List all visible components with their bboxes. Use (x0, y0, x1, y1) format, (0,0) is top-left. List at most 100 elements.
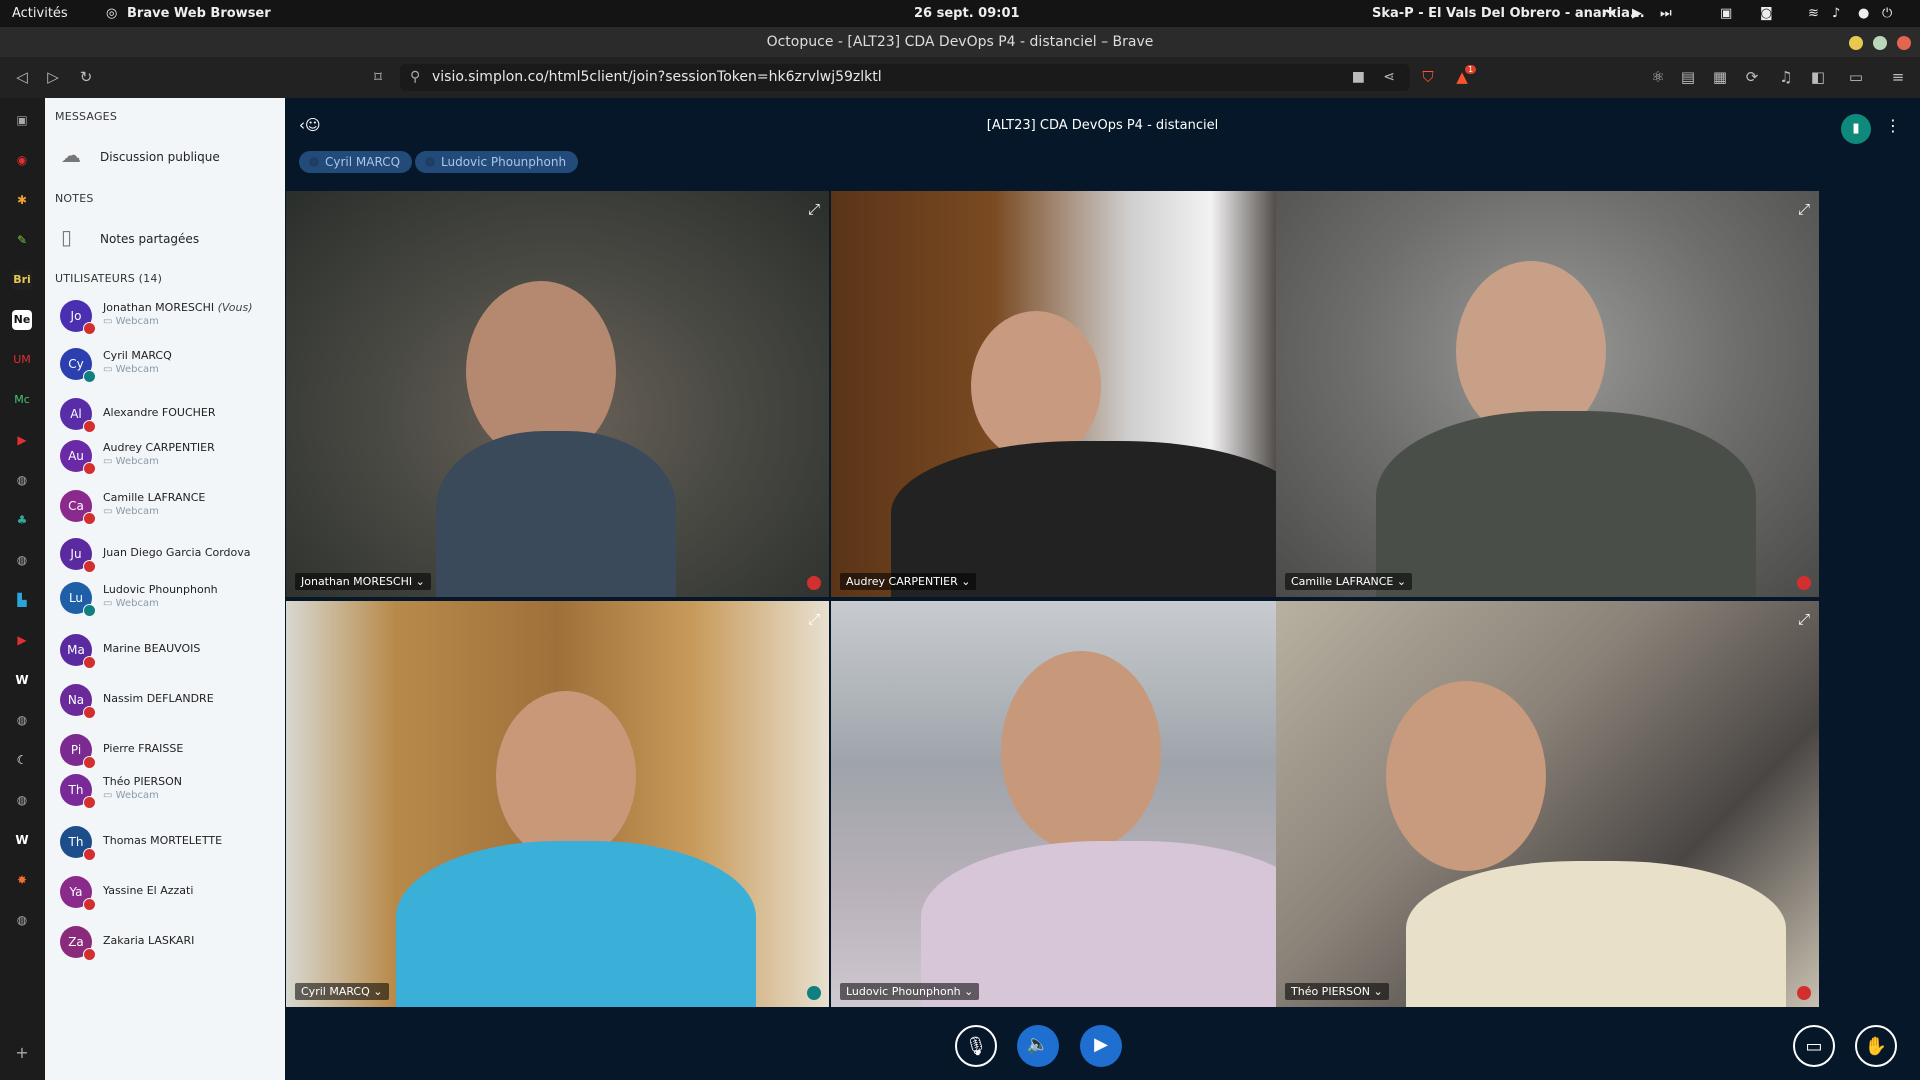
participant-name-label[interactable]: Jonathan MORESCHI ⌄ (295, 573, 431, 590)
media-icon[interactable]: ♫ (1776, 68, 1796, 86)
globe-icon[interactable]: ◍ (12, 550, 32, 570)
video-tile[interactable]: ⤢ Cyril MARCQ ⌄ (286, 601, 829, 1007)
wikipedia-icon[interactable]: W (12, 670, 32, 690)
fullscreen-icon[interactable]: ⤢ (1798, 610, 1810, 628)
fullscreen-icon[interactable]: ⤢ (808, 200, 820, 218)
previous-track-icon[interactable]: ⏮ (1604, 6, 1616, 21)
user-list-item[interactable]: Al Alexandre FOUCHER (45, 392, 285, 438)
wikipedia-icon[interactable]: W (12, 830, 32, 850)
webcam-button[interactable]: ▶ (1080, 1025, 1122, 1067)
user-list-item[interactable]: Ya Yassine El Azzati (45, 870, 285, 916)
extension-icon[interactable]: ▤ (1678, 68, 1698, 86)
leaf-icon[interactable]: ♣ (12, 510, 32, 530)
reload-icon[interactable]: ↻ (76, 68, 96, 86)
add-icon[interactable]: + (12, 1043, 32, 1063)
participant-name-label[interactable]: Camille LAFRANCE ⌄ (1285, 573, 1413, 590)
muted-mic-icon (807, 576, 821, 590)
shared-notes-link[interactable]: Notes partagées (100, 232, 199, 246)
participant-name-label[interactable]: Cyril MARCQ ⌄ (295, 983, 389, 1000)
extension-2-icon[interactable]: ▦ (1710, 68, 1730, 86)
user-list-item[interactable]: Lu Ludovic Phounphonh ▭ Webcam (45, 576, 285, 622)
audio-button[interactable]: 🔈 (1017, 1025, 1059, 1067)
wifi-icon[interactable]: ≋ (1808, 6, 1819, 21)
sidebar-item-ne[interactable]: Ne (12, 310, 32, 330)
sidebar-panel-icon[interactable]: ▣ (12, 110, 32, 130)
fullscreen-icon[interactable]: ⤢ (1798, 200, 1810, 218)
brave-news-icon[interactable]: ◉ (12, 150, 32, 170)
user-list-item[interactable]: Za Zakaria LASKARI (45, 920, 285, 966)
video-tile[interactable]: ⤢ Théo PIERSON ⌄ (1276, 601, 1819, 1007)
options-menu-icon[interactable]: ⋮ (1885, 116, 1901, 135)
clipboard-icon[interactable]: ▣ (1720, 6, 1732, 21)
share-icon[interactable]: ⋖ (1383, 64, 1395, 91)
activities-button[interactable]: Activités (12, 6, 68, 21)
sidebar-item-bri[interactable]: Bri (12, 270, 32, 290)
microphone-icon[interactable]: ● (1858, 6, 1869, 21)
next-track-icon[interactable]: ⏭ (1660, 6, 1672, 21)
user-list-item[interactable]: Ju Juan Diego Garcia Cordova (45, 532, 285, 578)
participant-name-label[interactable]: Audrey CARPENTIER ⌄ (840, 573, 977, 590)
maximize-button[interactable] (1873, 36, 1887, 50)
webcam-status: ▭ Webcam (103, 506, 159, 517)
camera-permission-icon[interactable]: ■ (1352, 64, 1365, 91)
sidebar-toggle-icon[interactable]: ◧ (1808, 68, 1828, 86)
moon-icon[interactable]: ☾ (12, 750, 32, 770)
menu-icon[interactable]: ≡ (1888, 68, 1908, 86)
globe-icon[interactable]: ◍ (12, 470, 32, 490)
user-list-item[interactable]: Th Théo PIERSON ▭ Webcam (45, 768, 285, 814)
sidebar-item-um[interactable]: UM (12, 350, 32, 370)
user-list-item[interactable]: Ma Marine BEAUVOIS (45, 628, 285, 674)
back-icon[interactable]: ◁ (12, 68, 32, 86)
user-name: Camille LAFRANCE (103, 491, 206, 504)
user-list-item[interactable]: Th Thomas MORTELETTE (45, 820, 285, 866)
bookmark-icon[interactable]: ⌑ (368, 68, 388, 86)
fox-icon[interactable]: ✸ (12, 870, 32, 890)
webcam-icon: ▭ (103, 316, 116, 327)
gamepad-icon[interactable]: ◙ (1760, 6, 1773, 21)
user-list-item[interactable]: Au Audrey CARPENTIER ▭ Webcam (45, 434, 285, 480)
video-tile[interactable]: ⤢ Camille LAFRANCE ⌄ (1276, 191, 1819, 597)
globe-icon[interactable]: ◍ (12, 910, 32, 930)
url-text[interactable]: visio.simplon.co/html5client/join?sessio… (432, 69, 882, 85)
user-list-item[interactable]: Ca Camille LAFRANCE ▭ Webcam (45, 484, 285, 530)
participant-body (1406, 861, 1786, 1007)
user-list-item[interactable]: Cy Cyril MARCQ ▭ Webcam (45, 342, 285, 388)
minimize-button[interactable] (1849, 36, 1863, 50)
react-devtools-icon[interactable]: ⚛ (1648, 68, 1668, 86)
participant-name-label[interactable]: Théo PIERSON ⌄ (1285, 983, 1389, 1000)
public-chat-link[interactable]: Discussion publique (100, 150, 220, 164)
brave-sidebar: ▣ ◉ ✱ ✎ Bri Ne UM Mc ▶ ◍ ♣ ◍ ▙ ▶ W ◍ ☾ ◍… (0, 98, 45, 1080)
user-list-item[interactable]: Na Nassim DEFLANDRE (45, 678, 285, 724)
site-info-icon[interactable]: ⚲ (410, 64, 420, 91)
mute-microphone-button[interactable]: 🎙 (955, 1025, 997, 1067)
focused-app-name[interactable]: Brave Web Browser (127, 6, 271, 21)
volume-icon[interactable]: ♪ (1832, 6, 1840, 21)
participant-name-label[interactable]: Ludovic Phounphonh ⌄ (840, 983, 980, 1000)
image-icon[interactable]: ▙ (12, 590, 32, 610)
youtube-icon[interactable]: ▶ (12, 430, 32, 450)
power-icon[interactable]: ⏻ (1882, 6, 1892, 21)
globe-icon[interactable]: ◍ (12, 790, 32, 810)
bookmark-item-icon[interactable]: ✎ (12, 230, 32, 250)
wallet-icon[interactable]: ▭ (1846, 68, 1866, 86)
presentation-button[interactable]: ▭ (1793, 1025, 1835, 1067)
forward-icon[interactable]: ▷ (43, 68, 63, 86)
clock[interactable]: 26 sept. 09:01 (914, 6, 1020, 21)
participant-head (496, 691, 636, 861)
brave-shields-icon[interactable]: ⛉ (1418, 68, 1438, 86)
bookmark-item-icon[interactable]: ✱ (12, 190, 32, 210)
youtube-icon[interactable]: ▶ (12, 630, 32, 650)
play-icon[interactable]: ▶ (1632, 6, 1642, 21)
participant-body (921, 841, 1321, 1007)
sidebar-item-mc[interactable]: Mc (12, 390, 32, 410)
sync-icon[interactable]: ⟳ (1742, 68, 1762, 86)
url-bar[interactable]: ⚲ visio.simplon.co/html5client/join?sess… (400, 64, 1410, 91)
user-name: Zakaria LASKARI (103, 934, 195, 947)
connection-status-icon[interactable]: ▮ (1841, 114, 1871, 144)
globe-icon[interactable]: ◍ (12, 710, 32, 730)
user-list-item[interactable]: Jo Jonathan MORESCHI (Vous) ▭ Webcam (45, 294, 285, 340)
raise-hand-button[interactable]: ✋ (1855, 1025, 1897, 1067)
video-tile[interactable]: ⤢ Jonathan MORESCHI ⌄ (286, 191, 829, 597)
fullscreen-icon[interactable]: ⤢ (808, 610, 820, 628)
close-button[interactable] (1897, 36, 1911, 50)
